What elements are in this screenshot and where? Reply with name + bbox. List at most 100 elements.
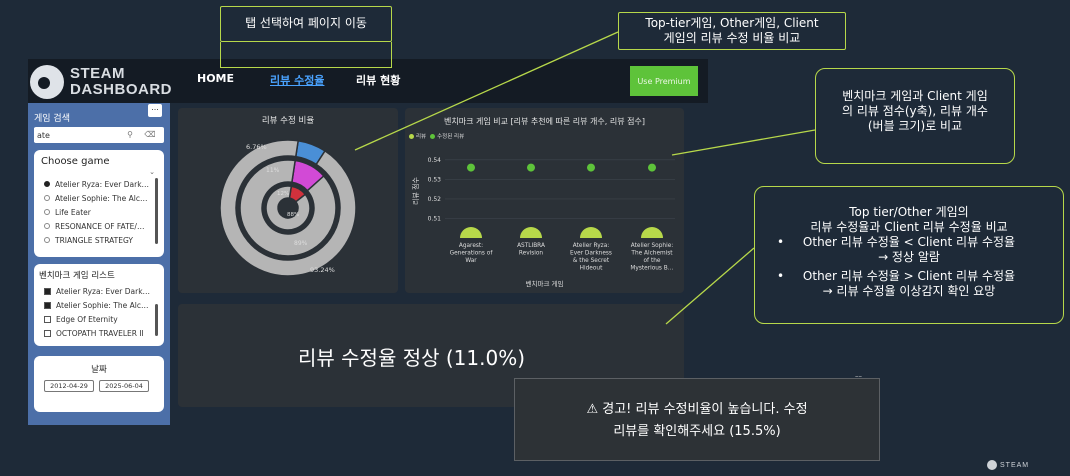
- radio-selected-icon: [44, 181, 50, 187]
- chevron-down-icon[interactable]: ⌄: [149, 168, 155, 176]
- game-option[interactable]: Atelier Ryza: Ever Dark…: [44, 177, 152, 191]
- tab-home[interactable]: HOME: [197, 72, 234, 85]
- benchmark-option[interactable]: Atelier Sophie: The Alc…: [44, 298, 154, 312]
- tab-note-callout: 탭 선택하여 페이지 이동: [220, 6, 392, 42]
- footer-steam-logo: STEAM: [987, 460, 1029, 470]
- game-search-input[interactable]: [34, 128, 120, 142]
- tab-review-edit-rate[interactable]: 리뷰 수정율: [270, 72, 324, 88]
- logo-line-2: DASHBOARD: [70, 81, 172, 98]
- game-option-label: RESONANCE OF FATE/…: [55, 221, 145, 231]
- benchmark-option-label: OCTOPATH TRAVELER II: [56, 328, 144, 338]
- use-premium-button[interactable]: Use Premium: [630, 66, 698, 96]
- game-search-box: ⚲ ⌫: [34, 127, 164, 143]
- eraser-icon[interactable]: ⌫: [140, 127, 160, 143]
- bench-connector-line: [671, 129, 816, 156]
- outer-small-label: 6.76%: [246, 143, 267, 151]
- warning-line-1: ⚠ 경고! 리뷰 수정비율이 높습니다. 수정: [586, 402, 808, 417]
- checkbox-checked-icon: [44, 287, 51, 295]
- review-bubble[interactable]: [580, 227, 602, 238]
- tab-note-text: 탭 선택하여 페이지 이동: [245, 16, 367, 30]
- start-date-input[interactable]: 2012-04-29: [44, 380, 94, 392]
- legend-dot-review: [409, 133, 414, 139]
- steam-logo-icon: [30, 65, 64, 99]
- rule-1-line-b: → 정상 알람: [878, 250, 940, 264]
- review-bubble[interactable]: [641, 227, 663, 238]
- game-option-label: TRIANGLE STRATEGY: [55, 235, 133, 245]
- legend-review-label: 리뷰: [416, 134, 427, 140]
- bench-note-line-2: 의 리뷰 점수(y축), 리뷰 개수: [842, 104, 988, 118]
- y-tick-label: 0.53: [428, 176, 442, 183]
- legend-edited-label: 수정된 리뷰: [437, 134, 465, 140]
- game-option[interactable]: RESONANCE OF FATE/…: [44, 219, 152, 233]
- x-tick-label: Atelier Sophie: The Alchemist of the Myster…: [630, 243, 673, 272]
- app-logo[interactable]: STEAM DASHBOARD: [30, 62, 180, 102]
- compare-note-line-1: Top-tier게임, Other게임, Client: [645, 16, 819, 30]
- choose-game-options: Atelier Ryza: Ever Dark… Atelier Sophie:…: [44, 177, 152, 247]
- edited-review-point[interactable]: [467, 163, 475, 172]
- footer-steam-text: STEAM: [1000, 461, 1030, 469]
- inner-small-label: 12%: [277, 191, 290, 197]
- bench-note-line-1: 벤치마크 게임과 Client 게임: [842, 89, 988, 103]
- edited-review-point[interactable]: [648, 163, 656, 172]
- x-axis-title: 벤치마크 게임: [525, 280, 564, 288]
- benchmark-list-title: 벤치마크 게임 리스트: [39, 271, 115, 281]
- edited-review-point[interactable]: [587, 163, 595, 172]
- rule-title-line-1: Top tier/Other 게임의: [849, 205, 969, 219]
- donut-chart: [219, 139, 357, 277]
- search-icon[interactable]: ⚲: [120, 127, 140, 143]
- choose-game-title: Choose game: [41, 156, 110, 167]
- game-option-label: Atelier Sophie: The Alc…: [55, 193, 148, 203]
- review-edit-rate-title: 리뷰 수정 비율: [261, 116, 315, 126]
- benchmark-option-label: Edge Of Eternity: [56, 314, 118, 324]
- benchmark-option[interactable]: Atelier Ryza: Ever Dark…: [44, 284, 154, 298]
- game-option[interactable]: Atelier Sophie: The Alc…: [44, 191, 152, 205]
- steam-footer-icon: [987, 460, 997, 470]
- x-tick-label: ASTLIBRA Revision: [517, 243, 545, 257]
- small-dash-mark: ––: [855, 372, 862, 380]
- benchmark-option[interactable]: OCTOPATH TRAVELER II: [44, 326, 154, 340]
- game-search-title: 게임 검색: [34, 114, 70, 124]
- game-option-label: Life Eater: [55, 207, 91, 217]
- review-bubble[interactable]: [460, 227, 482, 238]
- y-tick-label: 0.54: [428, 157, 442, 164]
- y-tick-label: 0.52: [428, 196, 442, 203]
- edited-review-point[interactable]: [527, 163, 535, 172]
- rule-2-line-b: → 리뷰 수정율 이상감지 확인 요망: [822, 284, 996, 298]
- tab-review-status[interactable]: 리뷰 현황: [356, 72, 400, 88]
- rule-2: • Other 리뷰 수정율 > Client 리뷰 수정율: [755, 269, 1063, 284]
- benchmark-scrollbar[interactable]: [155, 304, 158, 336]
- game-option[interactable]: TRIANGLE STRATEGY: [44, 233, 152, 247]
- benchmark-scatter-chart: 0.54 0.53 0.52 0.51 Agarest: Generations of Wa…: [428, 157, 675, 272]
- more-options-button[interactable]: ...: [148, 104, 162, 117]
- legend-dot-edited: [430, 133, 436, 139]
- radio-icon: [44, 195, 50, 201]
- game-option[interactable]: Life Eater: [44, 205, 152, 219]
- bullet: •: [777, 235, 785, 249]
- date-title: 날짜: [91, 365, 107, 375]
- bench-note-line-3: (버블 크기)로 비교: [867, 119, 963, 133]
- choose-game-card: Choose game ⌄ Atelier Ryza: Ever Dark… A…: [34, 150, 164, 257]
- date-card: 날짜 2012-04-29 2025-06-04: [34, 356, 164, 412]
- radio-icon: [44, 223, 50, 229]
- rule-callout: Top tier/Other 게임의 리뷰 수정율과 Client 리뷰 수정율…: [754, 186, 1064, 324]
- radio-icon: [44, 237, 50, 243]
- end-date-input[interactable]: 2025-06-04: [99, 380, 149, 392]
- review-bubble[interactable]: [520, 227, 542, 238]
- middle-big-label: 89%: [294, 240, 308, 247]
- inner-big-label: 88%: [287, 212, 300, 218]
- rule-1: • Other 리뷰 수정율 < Client 리뷰 수정율: [755, 235, 1063, 250]
- checkbox-checked-icon: [44, 301, 51, 309]
- y-tick-label: 0.51: [428, 215, 442, 222]
- checkbox-icon: [44, 329, 51, 337]
- warning-alert: ⚠ 경고! 리뷰 수정비율이 높습니다. 수정 리뷰를 확인해주세요 (15.5…: [514, 378, 880, 461]
- logo-line-1: STEAM: [70, 65, 125, 82]
- rule-2-line-a: Other 리뷰 수정율 > Client 리뷰 수정율: [802, 269, 1016, 283]
- rule-title-line-2: 리뷰 수정율과 Client 리뷰 수정율 비교: [810, 220, 1008, 234]
- compare-note-callout: Top-tier게임, Other게임, Client 게임의 리뷰 수정 비율…: [618, 12, 846, 50]
- benchmark-option[interactable]: Edge Of Eternity: [44, 312, 154, 326]
- outer-big-label: 93.24%: [310, 266, 335, 274]
- normal-status-text: 리뷰 수정율 정상 (11.0%): [298, 346, 526, 370]
- rule-1-line-a: Other 리뷰 수정율 < Client 리뷰 수정율: [802, 235, 1016, 249]
- choose-game-scrollbar[interactable]: [155, 178, 158, 244]
- radio-icon: [44, 209, 50, 215]
